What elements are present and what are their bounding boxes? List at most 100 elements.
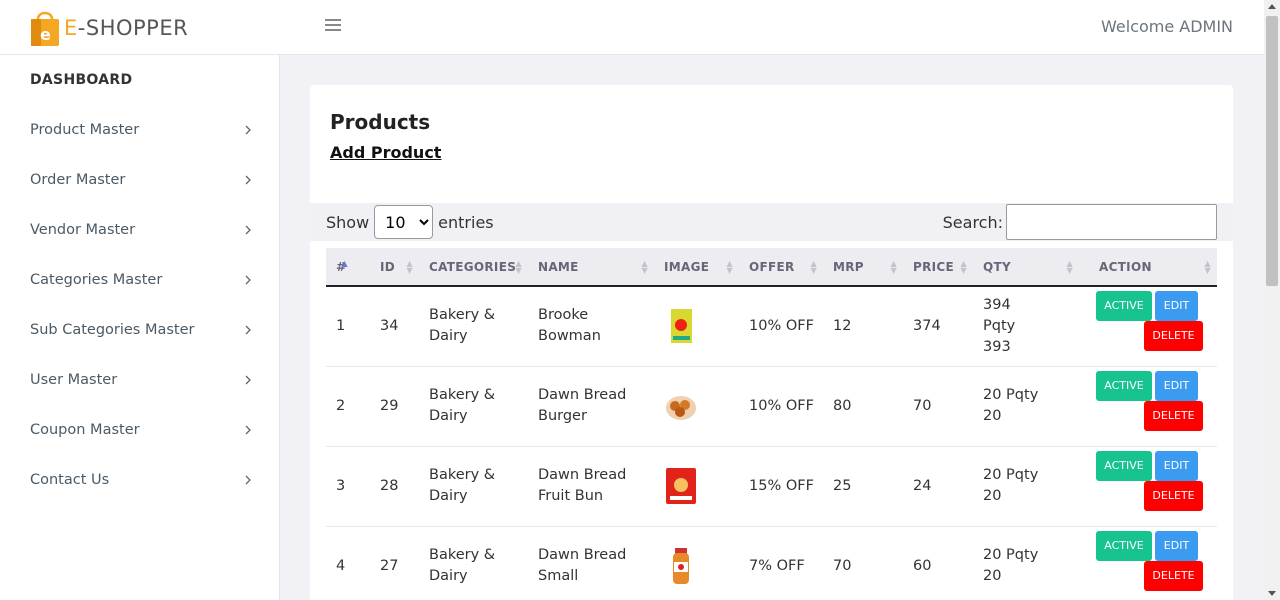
edit-button[interactable]: EDIT <box>1155 291 1198 322</box>
cell-num: 3 <box>326 446 370 527</box>
scroll-down-arrow-icon[interactable] <box>1268 591 1276 596</box>
entries-control: Show 10 entries <box>326 203 494 241</box>
search-input[interactable] <box>1006 204 1217 240</box>
product-image-icon <box>671 309 692 344</box>
sort-icon: ▲ ▼ <box>1204 259 1211 275</box>
sidebar-item-label: Product Master <box>30 122 140 138</box>
chevron-right-icon <box>245 475 251 485</box>
sort-icon: ▲ ▼ <box>515 259 522 275</box>
cell-price: 374 <box>903 286 973 367</box>
shopping-bag-icon: e <box>31 11 59 46</box>
sort-icon: ▲ ▼ <box>890 259 897 275</box>
column-header-offer[interactable]: OFFER ▲ ▼ <box>739 248 823 287</box>
column-header-num[interactable]: # ▲ <box>326 248 370 287</box>
add-product-link[interactable]: Add Product <box>330 143 441 162</box>
show-label: Show <box>326 212 370 232</box>
active-button[interactable]: ACTIVE <box>1096 371 1152 401</box>
sort-icon: ▲ ▼ <box>641 259 648 275</box>
cell-name: Dawn Bread Small <box>528 526 654 600</box>
edit-button[interactable]: EDIT <box>1155 451 1198 481</box>
cell-num: 2 <box>326 366 370 447</box>
sidebar-item-contact-us[interactable]: Contact Us <box>30 465 254 495</box>
table-row: 4 27 Bakery & Dairy Dawn Bread Small 7% … <box>326 526 1217 600</box>
active-button[interactable]: ACTIVE <box>1096 291 1152 322</box>
chevron-right-icon <box>245 225 251 235</box>
cell-image <box>654 286 739 367</box>
column-header-mrp[interactable]: MRP ▲ ▼ <box>823 248 903 287</box>
chevron-right-icon <box>245 325 251 335</box>
cell-image <box>654 526 739 600</box>
column-header-action[interactable]: ACTION ▲ ▼ <box>1079 248 1217 287</box>
cell-offer: 10% OFF <box>739 366 823 447</box>
cell-actions: ACTIVE EDIT DELETE <box>1079 526 1217 600</box>
page-title: Products <box>330 110 431 134</box>
column-header-id[interactable]: ID ▲ ▼ <box>370 248 419 287</box>
active-button[interactable]: ACTIVE <box>1096 451 1152 481</box>
sidebar-item-label: User Master <box>30 372 118 388</box>
sort-icon: ▲ ▼ <box>1066 259 1073 275</box>
table-row: 3 28 Bakery & Dairy Dawn Bread Fruit Bun… <box>326 446 1217 527</box>
sort-icon: ▲ ▼ <box>960 259 967 275</box>
sidebar-item-sub-categories-master[interactable]: Sub Categories Master <box>30 315 254 345</box>
sidebar-item-label: Order Master <box>30 172 126 188</box>
brand-name-rest: -SHOPPER <box>77 16 189 40</box>
delete-button[interactable]: DELETE <box>1144 481 1203 511</box>
table-row: 1 34 Bakery & Dairy Brooke Bowman 10% OF… <box>326 286 1217 367</box>
sort-icon: ▲ ▼ <box>406 259 413 275</box>
sidebar-item-user-master[interactable]: User Master <box>30 365 254 395</box>
cell-qty: 20 Pqty 20 <box>973 446 1079 527</box>
cell-id: 27 <box>370 526 419 600</box>
sidebar-item-vendor-master[interactable]: Vendor Master <box>30 215 254 245</box>
cell-mrp: 80 <box>823 366 903 447</box>
cell-offer: 7% OFF <box>739 526 823 600</box>
sidebar-item-label: Coupon Master <box>30 422 140 438</box>
column-header-price[interactable]: PRICE ▲ ▼ <box>903 248 973 287</box>
cell-category: Bakery & Dairy <box>419 286 528 367</box>
search-control: Search: <box>943 203 1217 241</box>
cell-qty: 20 Pqty 20 <box>973 366 1079 447</box>
delete-button[interactable]: DELETE <box>1144 321 1203 352</box>
search-label: Search: <box>942 212 1003 232</box>
cell-price: 24 <box>903 446 973 527</box>
products-table: # ▲ ID ▲ ▼ CATEGORIES ▲ ▼ NAME ▲ ▼ IMAGE ▲ ▼ OFFE… <box>326 248 1217 600</box>
sidebar-item-label: Contact Us <box>30 472 110 488</box>
entries-label: entries <box>438 212 494 232</box>
scroll-up-arrow-icon[interactable] <box>1268 4 1276 9</box>
cell-id: 28 <box>370 446 419 527</box>
sidebar-item-product-master[interactable]: Product Master <box>30 115 254 145</box>
sidebar-item-label: Vendor Master <box>30 222 136 238</box>
cell-id: 34 <box>370 286 419 367</box>
active-button[interactable]: ACTIVE <box>1096 531 1152 561</box>
delete-button[interactable]: DELETE <box>1144 561 1203 591</box>
cell-price: 60 <box>903 526 973 600</box>
product-image-icon <box>673 548 689 584</box>
brand-logo[interactable]: e E-SHOPPER <box>30 8 188 48</box>
chevron-right-icon <box>245 375 251 385</box>
sidebar-item-order-master[interactable]: Order Master <box>30 165 254 195</box>
sidebar-item-coupon-master[interactable]: Coupon Master <box>30 415 254 445</box>
cell-actions: ACTIVE EDIT DELETE <box>1079 366 1217 447</box>
sidebar-dashboard[interactable]: DASHBOARD <box>30 72 132 88</box>
page-scrollbar[interactable] <box>1264 0 1280 600</box>
products-card: Products Add Product Show 10 entries Sea… <box>310 85 1233 600</box>
entries-select[interactable]: 10 <box>374 205 434 239</box>
sidebar-item-label: Categories Master <box>30 272 163 288</box>
chevron-right-icon <box>245 125 251 135</box>
scroll-thumb[interactable] <box>1266 16 1278 286</box>
edit-button[interactable]: EDIT <box>1155 531 1198 561</box>
column-header-qty[interactable]: QTY ▲ ▼ <box>973 248 1079 287</box>
hamburger-icon[interactable] <box>325 19 341 35</box>
cell-image <box>654 366 739 447</box>
column-header-name[interactable]: NAME ▲ ▼ <box>528 248 654 287</box>
delete-button[interactable]: DELETE <box>1144 401 1203 431</box>
column-header-image[interactable]: IMAGE ▲ ▼ <box>654 248 739 287</box>
cell-category: Bakery & Dairy <box>419 526 528 600</box>
cell-price: 70 <box>903 366 973 447</box>
column-header-categories[interactable]: CATEGORIES ▲ ▼ <box>419 248 528 287</box>
cell-name: Dawn Bread Burger <box>528 366 654 447</box>
sidebar-item-categories-master[interactable]: Categories Master <box>30 265 254 295</box>
cell-name: Dawn Bread Fruit Bun <box>528 446 654 527</box>
edit-button[interactable]: EDIT <box>1155 371 1198 401</box>
table-header-row: # ▲ ID ▲ ▼ CATEGORIES ▲ ▼ NAME ▲ ▼ IMAGE ▲ ▼ OFFE… <box>326 248 1217 287</box>
cell-mrp: 70 <box>823 526 903 600</box>
